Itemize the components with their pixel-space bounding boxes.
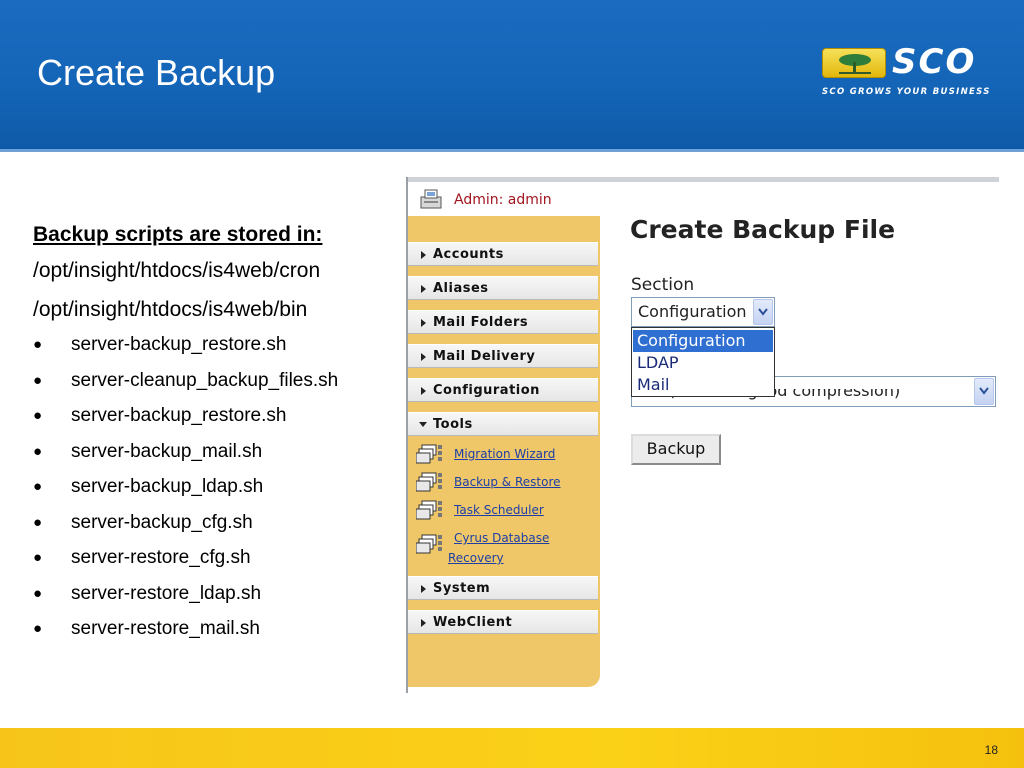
nav-mail-folders[interactable]: Mail Folders: [408, 310, 598, 334]
bullet-icon: ●: [33, 620, 43, 637]
nav-configuration[interactable]: Configuration: [408, 378, 598, 402]
section-value: Configuration: [638, 302, 747, 321]
bullet-icon: ●: [33, 336, 43, 353]
list-item: ● server-backup_mail.sh: [33, 440, 263, 462]
list-item: ● server-backup_restore.sh: [33, 405, 287, 426]
option-ldap[interactable]: LDAP: [633, 352, 773, 374]
list-item: ● server-restore_cfg.sh: [33, 547, 251, 568]
slide-footer: 18: [0, 728, 1024, 768]
page-number: 18: [984, 743, 998, 757]
bullet-icon: ●: [33, 407, 43, 424]
tool-window-icon: [415, 534, 446, 563]
bullet-icon: ●: [33, 371, 43, 389]
arrow-right-icon: [421, 353, 426, 361]
form-title: Create Backup File: [630, 215, 896, 244]
tool-window-icon: [415, 500, 446, 529]
sco-wordmark: SCO: [892, 42, 977, 82]
bullet-icon: ●: [33, 513, 43, 531]
tool-backup-restore[interactable]: Backup & Restore: [415, 472, 600, 501]
arrow-right-icon: [421, 585, 426, 593]
option-mail[interactable]: Mail: [633, 374, 773, 396]
tool-cyrus-database-recovery[interactable]: Cyrus Database Recovery: [415, 528, 600, 572]
admin-computer-icon: [418, 188, 444, 215]
nav-aliases[interactable]: Aliases: [408, 276, 598, 300]
list-item: ● server-cleanup_backup_files.sh: [33, 369, 339, 391]
tool-migration-wizard[interactable]: Migration Wizard: [415, 444, 600, 473]
nav-accounts[interactable]: Accounts: [408, 242, 598, 266]
nav-webclient[interactable]: WebClient: [408, 610, 598, 634]
backup-button[interactable]: Backup: [631, 434, 721, 465]
list-item: ● server-backup_cfg.sh: [33, 511, 253, 533]
tool-task-scheduler[interactable]: Task Scheduler: [415, 500, 600, 529]
arrow-down-icon: [419, 422, 427, 427]
section-dropdown-list: Configuration LDAP Mail: [631, 327, 775, 397]
nav-mail-delivery[interactable]: Mail Delivery: [408, 344, 598, 368]
list-item: ● server-backup_ldap.sh: [33, 476, 264, 497]
bullet-icon: ●: [33, 549, 43, 566]
nav-tools[interactable]: Tools: [408, 412, 598, 436]
path-cron: /opt/insight/htdocs/is4web/cron: [33, 259, 321, 282]
nav-system[interactable]: System: [408, 576, 598, 600]
arrow-right-icon: [421, 319, 426, 327]
arrow-right-icon: [421, 251, 426, 259]
bullet-icon: ●: [33, 584, 43, 602]
tool-window-icon: [415, 444, 446, 473]
option-configuration[interactable]: Configuration: [633, 330, 773, 352]
chevron-down-icon[interactable]: [974, 378, 994, 405]
list-item: ● server-backup_restore.sh: [33, 334, 287, 355]
list-item: ● server-restore_ldap.sh: [33, 582, 262, 604]
sco-tagline: SCO GROWS YOUR BUSINESS: [822, 87, 991, 97]
lead-heading: Backup scripts are stored in:: [33, 223, 323, 246]
tool-window-icon: [415, 472, 446, 501]
sco-tree-icon: [822, 48, 886, 78]
chevron-down-icon[interactable]: [753, 299, 773, 325]
admin-label: Admin: admin: [454, 192, 552, 208]
arrow-right-icon: [421, 387, 426, 395]
section-select[interactable]: Configuration: [631, 297, 775, 327]
slide-header: Create Backup SCO SCO GROWS YOUR BUSINES…: [0, 0, 1024, 152]
arrow-right-icon: [421, 285, 426, 293]
list-item: ● server-restore_mail.sh: [33, 618, 260, 639]
bullet-icon: ●: [33, 478, 43, 495]
admin-sidebar: Admin: admin Accounts Aliases Mail Folde…: [408, 182, 600, 687]
admin-user-bar: Admin: admin: [408, 182, 600, 216]
path-bin: /opt/insight/htdocs/is4web/bin: [33, 298, 308, 321]
admin-screenshot: Admin: admin Accounts Aliases Mail Folde…: [406, 177, 999, 693]
arrow-right-icon: [421, 619, 426, 627]
section-label: Section: [631, 275, 695, 295]
script-list: ● server-backup_restore.sh ● server-cleanu…: [33, 334, 403, 654]
bullet-icon: ●: [33, 442, 43, 460]
backup-scripts-text: Backup scripts are stored in: /opt/insig…: [33, 222, 403, 654]
slide-title: Create Backup: [37, 52, 276, 93]
sco-logo: SCO SCO GROWS YOUR BUSINESS: [822, 42, 992, 104]
